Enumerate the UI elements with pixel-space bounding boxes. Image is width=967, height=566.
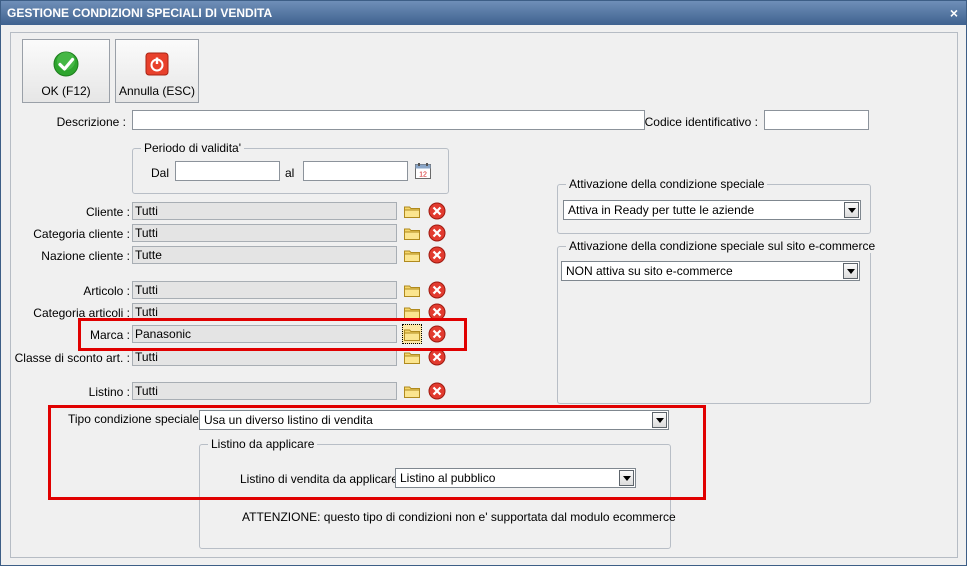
ok-button-label: OK (F12) bbox=[41, 84, 91, 98]
descrizione-input[interactable] bbox=[132, 110, 645, 130]
clear-icon[interactable] bbox=[428, 348, 446, 366]
articolo-field: Tutti bbox=[132, 281, 397, 299]
svg-text:12: 12 bbox=[419, 172, 427, 179]
articolo-label: Articolo : bbox=[83, 284, 130, 298]
listino-label: Listino : bbox=[88, 385, 130, 399]
nazione-cliente-field: Tutte bbox=[132, 246, 397, 264]
calendar-icon[interactable]: 12 bbox=[414, 162, 432, 180]
chevron-down-icon bbox=[619, 470, 634, 486]
tipo-select[interactable]: Usa un diverso listino di vendita bbox=[199, 410, 669, 430]
listino-field: Tutti bbox=[132, 382, 397, 400]
clear-icon[interactable] bbox=[428, 303, 446, 321]
listino-caption: Listino da applicare bbox=[208, 437, 318, 451]
ecommerce-value: NON attiva su sito e-commerce bbox=[566, 264, 733, 278]
tipo-label: Tipo condizione speciale : bbox=[68, 412, 206, 426]
listino-group: Listino da applicare bbox=[199, 437, 671, 549]
listino-applicare-label: Listino di vendita da applicare : bbox=[240, 472, 405, 486]
activation-value: Attiva in Ready per tutte le aziende bbox=[568, 203, 755, 217]
folder-icon[interactable] bbox=[403, 348, 421, 366]
folder-icon[interactable] bbox=[403, 303, 421, 321]
descrizione-label: Descrizione : bbox=[56, 115, 126, 129]
cancel-button-label: Annulla (ESC) bbox=[118, 84, 196, 98]
chevron-down-icon bbox=[652, 412, 667, 428]
classe-sconto-field: Tutti bbox=[132, 348, 397, 366]
close-icon[interactable]: × bbox=[950, 1, 958, 25]
folder-icon[interactable] bbox=[403, 382, 421, 400]
clear-icon[interactable] bbox=[428, 224, 446, 242]
cliente-label: Cliente : bbox=[85, 205, 130, 219]
window-title: GESTIONE CONDIZIONI SPECIALI DI VENDITA bbox=[7, 6, 273, 20]
clear-icon[interactable] bbox=[428, 281, 446, 299]
activation-select[interactable]: Attiva in Ready per tutte le aziende bbox=[563, 200, 861, 220]
periodo-caption: Periodo di validita' bbox=[141, 141, 245, 155]
green-check-icon bbox=[53, 51, 79, 77]
categoria-cliente-field: Tutti bbox=[132, 224, 397, 242]
ecommerce-caption: Attivazione della condizione speciale su… bbox=[566, 239, 879, 253]
categoria-articoli-field: Tutti bbox=[132, 303, 397, 321]
clear-icon[interactable] bbox=[428, 325, 446, 343]
al-date-input[interactable] bbox=[303, 161, 408, 181]
listino-applicare-value: Listino al pubblico bbox=[400, 471, 496, 485]
folder-icon[interactable] bbox=[403, 281, 421, 299]
clear-icon[interactable] bbox=[428, 246, 446, 264]
ecommerce-select[interactable]: NON attiva su sito e-commerce bbox=[561, 261, 860, 281]
codice-label: Codice identificativo : bbox=[644, 115, 758, 129]
codice-input[interactable] bbox=[764, 110, 869, 130]
chevron-down-icon bbox=[844, 202, 859, 218]
dal-label: Dal bbox=[151, 166, 170, 180]
folder-icon[interactable] bbox=[403, 202, 421, 220]
chevron-down-icon bbox=[843, 263, 858, 279]
marca-label: Marca : bbox=[89, 328, 130, 342]
al-label: al bbox=[285, 166, 295, 180]
listino-applicare-select[interactable]: Listino al pubblico bbox=[395, 468, 636, 488]
folder-icon[interactable] bbox=[402, 324, 422, 344]
marca-field: Panasonic bbox=[132, 325, 397, 343]
ecommerce-warning: ATTENZIONE: questo tipo di condizioni no… bbox=[242, 510, 676, 524]
ok-button[interactable]: OK (F12) bbox=[22, 39, 110, 103]
cliente-field: Tutti bbox=[132, 202, 397, 220]
folder-icon[interactable] bbox=[403, 224, 421, 242]
folder-icon[interactable] bbox=[403, 246, 421, 264]
title-bar: GESTIONE CONDIZIONI SPECIALI DI VENDITA … bbox=[1, 1, 966, 25]
power-off-icon bbox=[144, 51, 170, 77]
tipo-value: Usa un diverso listino di vendita bbox=[204, 413, 373, 427]
cancel-button[interactable]: Annulla (ESC) bbox=[115, 39, 199, 103]
clear-icon[interactable] bbox=[428, 382, 446, 400]
nazione-cliente-label: Nazione cliente : bbox=[41, 249, 130, 263]
categoria-cliente-label: Categoria cliente : bbox=[33, 227, 130, 241]
classe-sconto-label: Classe di sconto art. : bbox=[14, 351, 130, 365]
dal-date-input[interactable] bbox=[175, 161, 280, 181]
categoria-articoli-label: Categoria articoli : bbox=[33, 306, 130, 320]
activation-caption: Attivazione della condizione speciale bbox=[566, 177, 768, 191]
clear-icon[interactable] bbox=[428, 202, 446, 220]
